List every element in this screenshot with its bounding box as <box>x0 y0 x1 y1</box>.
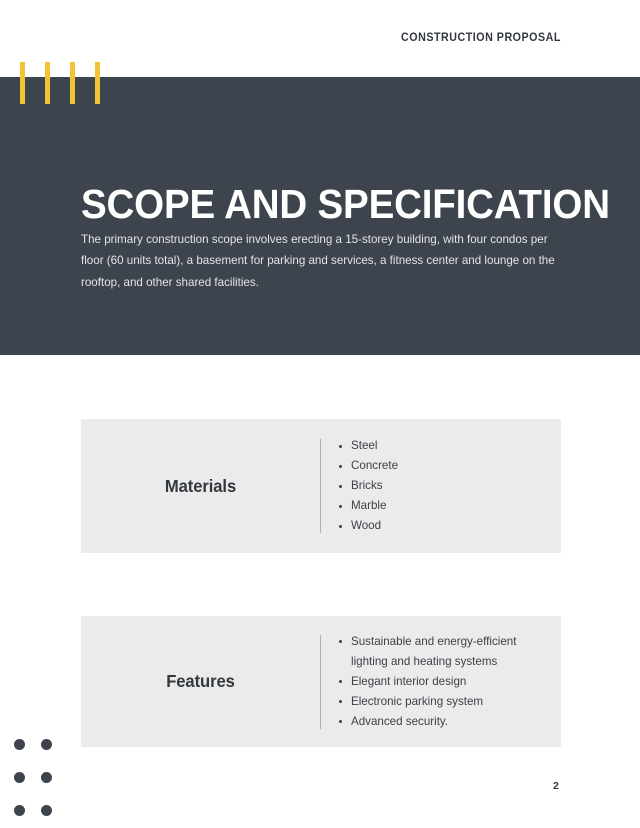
dot-grid-decoration <box>14 739 60 817</box>
dot <box>41 805 52 816</box>
dot <box>41 739 52 750</box>
yellow-bar <box>70 62 75 104</box>
hero-paragraph: The primary construction scope involves … <box>81 232 555 289</box>
features-list-wrap: Sustainable and energy-efficient lightin… <box>320 632 561 732</box>
hero-section: SCOPE AND SPECIFICATION The primary cons… <box>0 77 640 355</box>
list-item: Wood <box>338 516 398 536</box>
page-number: 2 <box>553 780 559 792</box>
yellow-bars-decoration <box>20 62 110 104</box>
yellow-bar <box>20 62 25 104</box>
yellow-bar <box>45 62 50 104</box>
features-card: Features Sustainable and energy-efficien… <box>81 616 561 747</box>
dot <box>41 772 52 783</box>
list-item: Elegant interior design <box>338 672 543 692</box>
features-list: Sustainable and energy-efficient lightin… <box>321 632 543 732</box>
list-item: Sustainable and energy-efficient lightin… <box>338 632 543 672</box>
dot <box>14 805 25 816</box>
materials-card-label: Materials <box>164 475 237 496</box>
header-title: CONSTRUCTION PROPOSAL <box>401 32 561 44</box>
list-item: Advanced security. <box>338 712 543 732</box>
page-title: SCOPE AND SPECIFICATION <box>81 181 610 228</box>
list-item: Bricks <box>338 476 398 496</box>
dot <box>14 739 25 750</box>
list-item: Concrete <box>338 456 398 476</box>
materials-list-wrap: Steel Concrete Bricks Marble Wood <box>320 436 561 536</box>
list-item: Electronic parking system <box>338 692 543 712</box>
materials-card: Materials Steel Concrete Bricks Marble W… <box>81 419 561 553</box>
yellow-bar <box>95 62 100 104</box>
list-item: Marble <box>338 496 398 516</box>
features-card-label: Features <box>166 671 235 691</box>
proposal-page: CONSTRUCTION PROPOSAL SCOPE AND SPECIFIC… <box>0 0 640 828</box>
dot <box>14 772 25 783</box>
materials-list: Steel Concrete Bricks Marble Wood <box>321 436 398 536</box>
list-item: Steel <box>338 436 398 456</box>
